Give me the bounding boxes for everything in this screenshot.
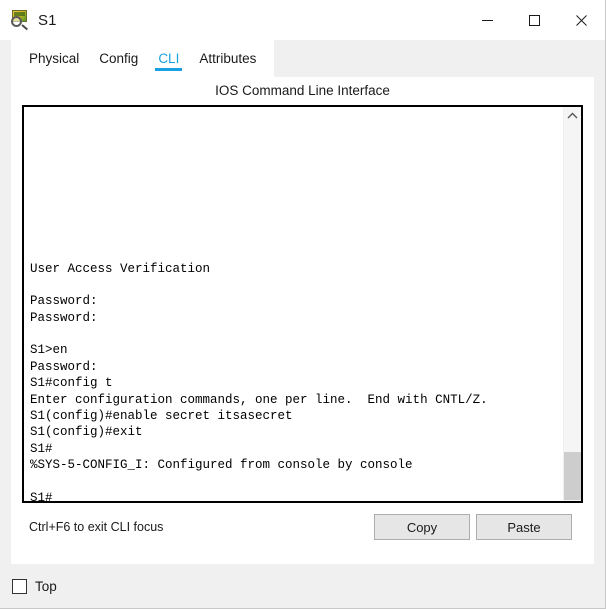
terminal-line: S1(config)#enable secret itsasecret — [30, 409, 293, 424]
chevron-up-icon — [567, 112, 578, 119]
terminal-buttons: Copy Paste — [374, 514, 583, 540]
cli-panel: IOS Command Line Interface User Access V… — [11, 77, 594, 564]
tab-attributes-label: Attributes — [199, 51, 257, 66]
terminal-line: S1>en — [30, 343, 68, 358]
tab-config-label: Config — [99, 51, 139, 66]
close-button[interactable] — [558, 0, 605, 40]
scrollbar-thumb[interactable] — [564, 452, 581, 500]
terminal-line: Password: — [30, 310, 98, 325]
tab-physical[interactable]: Physical — [19, 40, 89, 77]
terminal-line: Password: — [30, 359, 98, 374]
scroll-up-button[interactable] — [564, 107, 581, 125]
panel-heading: IOS Command Line Interface — [215, 83, 390, 98]
maximize-button[interactable] — [511, 0, 558, 40]
cli-focus-hint: Ctrl+F6 to exit CLI focus — [29, 520, 164, 534]
terminal-line: S1(config)#exit — [30, 425, 143, 440]
window-controls — [464, 0, 605, 40]
tab-config[interactable]: Config — [89, 40, 148, 77]
switch-magnifier-icon — [10, 9, 32, 31]
tab-physical-label: Physical — [29, 51, 80, 66]
terminal-output[interactable]: User Access Verification Password: Passwor… — [24, 107, 563, 501]
scrollbar-track[interactable] — [564, 125, 581, 500]
terminal-container: User Access Verification Password: Passwor… — [22, 105, 583, 503]
top-checkbox-label: Top — [35, 578, 57, 594]
top-checkbox-row[interactable]: Top — [12, 578, 57, 594]
minimize-icon — [482, 19, 493, 21]
tab-active-underline — [155, 68, 183, 71]
terminal-line: User Access Verification — [30, 261, 211, 276]
panel-spacer — [11, 539, 594, 564]
paste-button[interactable]: Paste — [476, 514, 572, 540]
top-checkbox[interactable] — [12, 578, 27, 594]
terminal-scrollbar[interactable] — [563, 107, 581, 501]
terminal-actions-row: Ctrl+F6 to exit CLI focus Copy Paste — [22, 503, 583, 540]
window-title: S1 — [38, 11, 57, 29]
copy-button[interactable]: Copy — [374, 514, 470, 540]
terminal-line: S1# — [30, 490, 53, 501]
tab-cli[interactable]: CLI — [148, 40, 189, 77]
window-footer: Top — [0, 564, 605, 608]
tab-cli-label: CLI — [158, 51, 180, 66]
terminal-line: Enter configuration commands, one per li… — [30, 392, 488, 407]
terminal-line: S1# — [30, 441, 53, 456]
title-bar[interactable]: S1 — [0, 0, 605, 40]
terminal-line: Password: — [30, 294, 98, 309]
terminal-line: S1#config t — [30, 376, 113, 391]
terminal-line: %SYS-5-CONFIG_I: Configured from console… — [30, 458, 413, 473]
maximize-icon — [529, 14, 540, 26]
minimize-button[interactable] — [464, 0, 511, 40]
tab-attributes[interactable]: Attributes — [189, 40, 266, 77]
device-window: S1 Physical Config CLI Attributes IOS Co… — [0, 0, 606, 609]
tab-strip: Physical Config CLI Attributes — [0, 40, 605, 77]
close-icon — [576, 14, 587, 26]
